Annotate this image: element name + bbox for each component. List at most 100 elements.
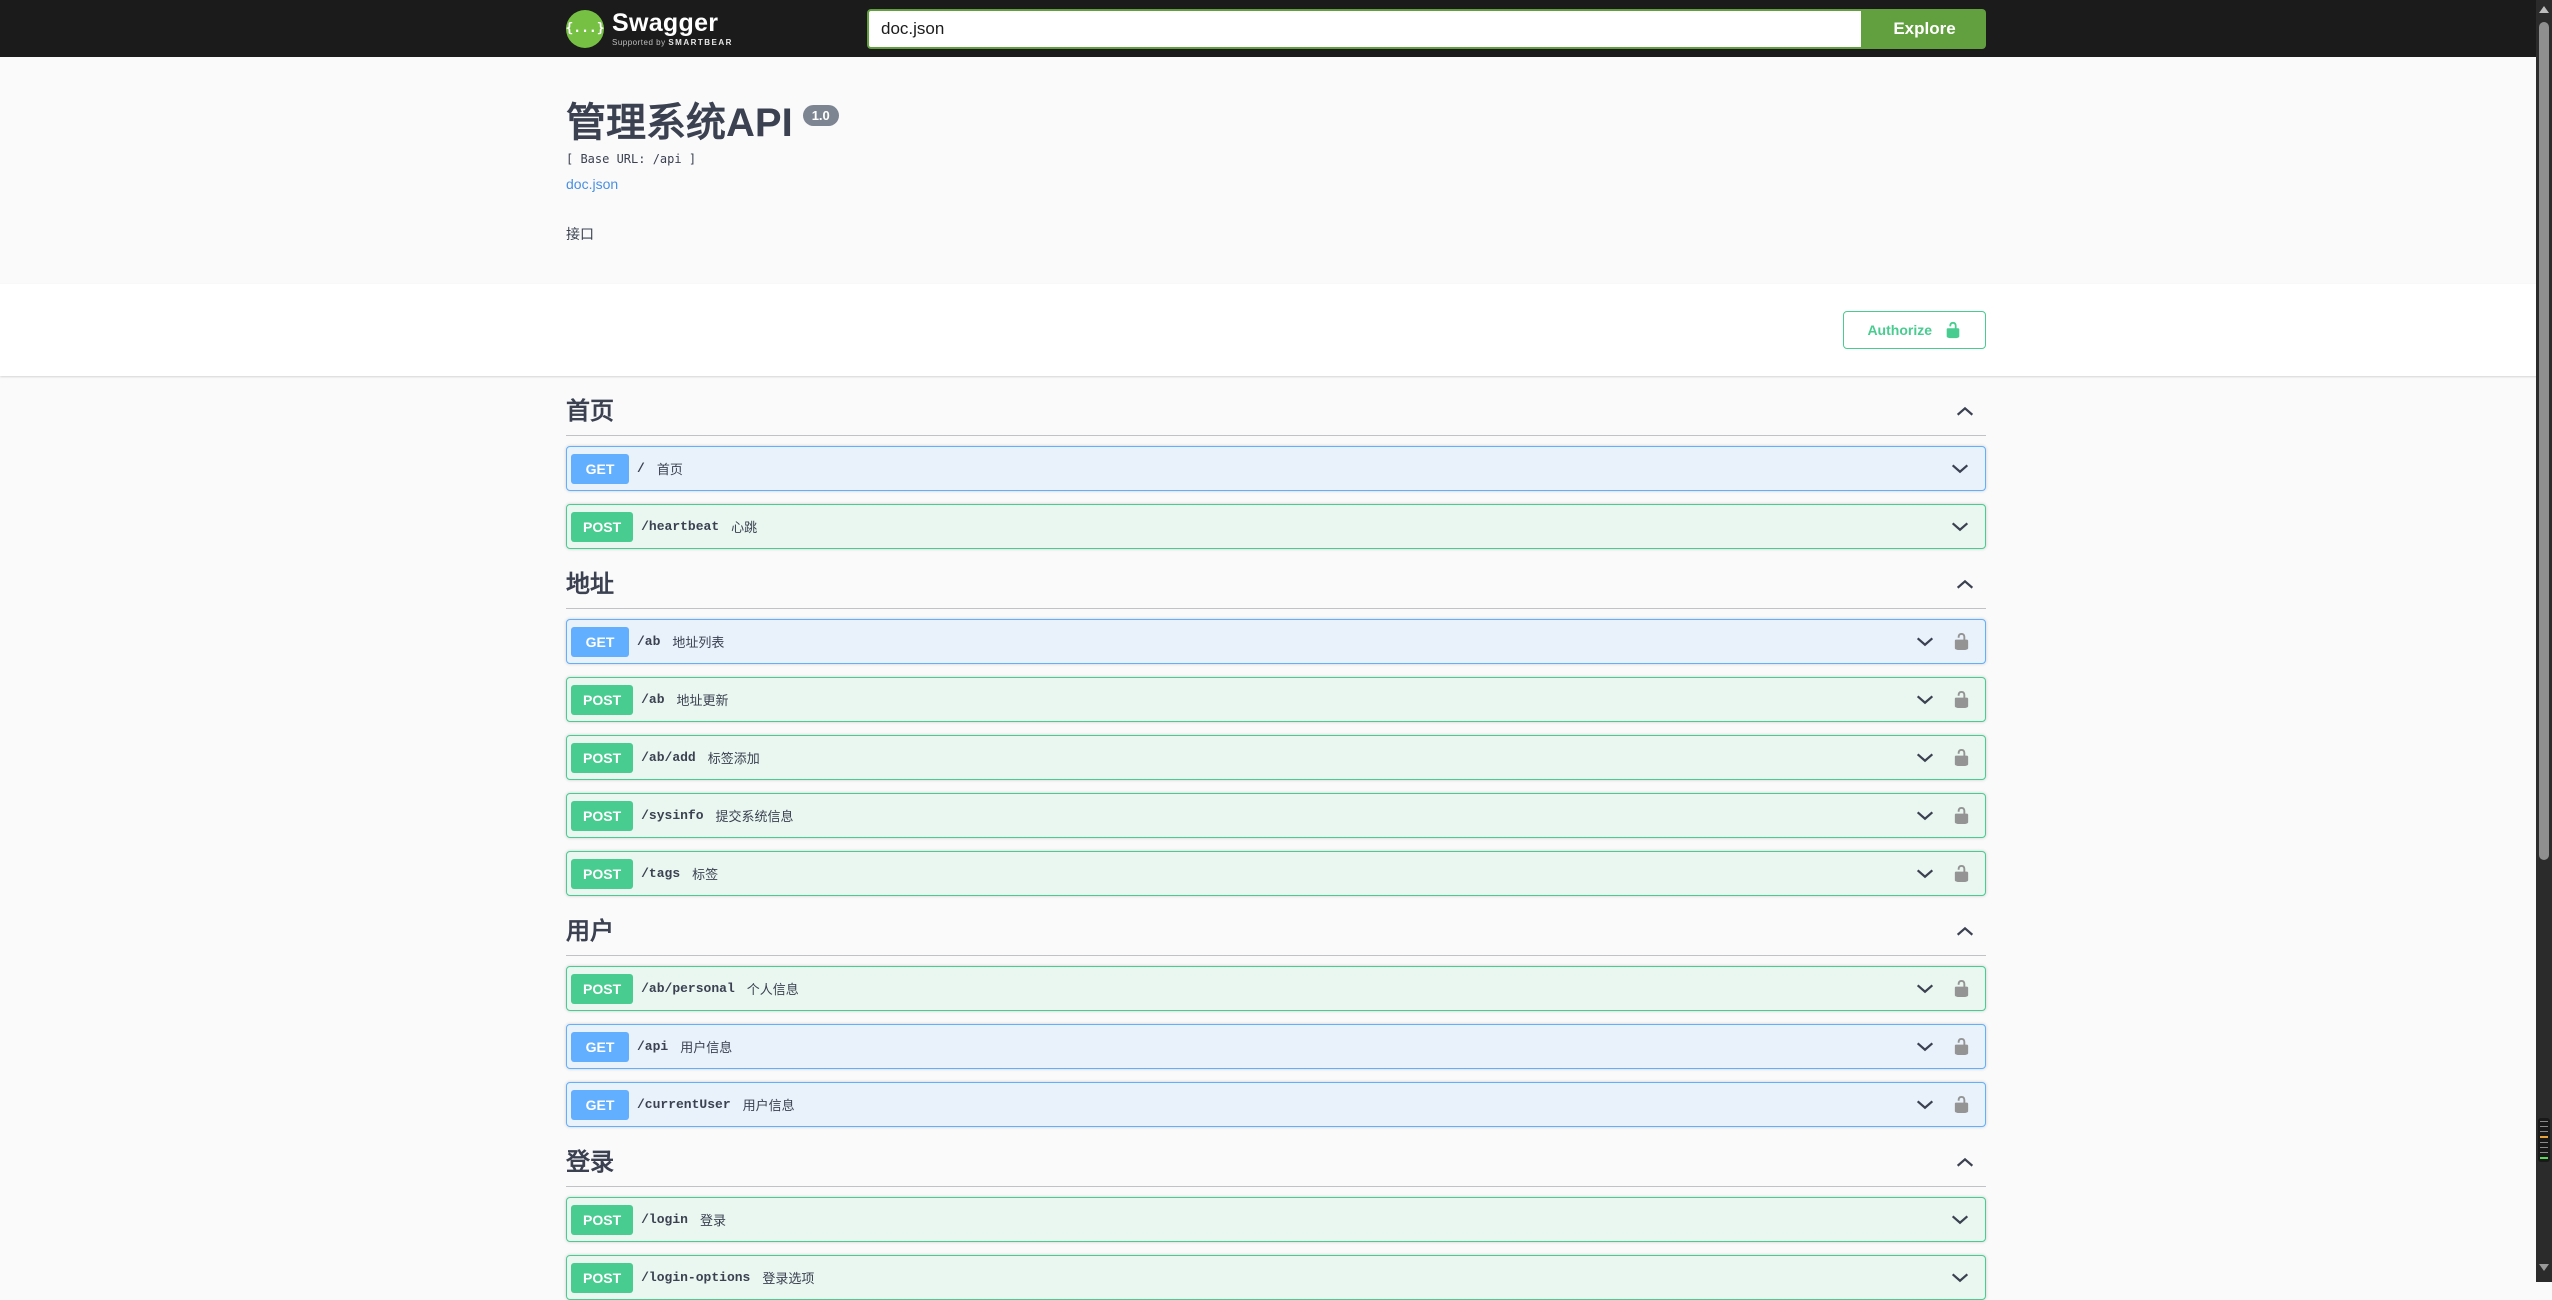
section-collapse-button[interactable]: [1944, 574, 1986, 596]
api-description: 接口: [566, 226, 594, 242]
chevron-down-icon[interactable]: [1914, 805, 1936, 827]
section-collapse-button[interactable]: [1944, 1152, 1986, 1174]
method-badge: POST: [571, 858, 634, 889]
scrollbar[interactable]: [2536, 0, 2552, 1282]
scrollbar-thumb[interactable]: [2539, 22, 2549, 860]
operation-path: /sysinfo: [641, 808, 704, 823]
unlock-icon[interactable]: [1952, 806, 1971, 825]
operation-row[interactable]: GET /currentUser 用户信息: [566, 1082, 1986, 1127]
chevron-up-icon: [1956, 1157, 1974, 1167]
scroll-down-arrow-icon[interactable]: [2539, 1264, 2549, 1271]
operation-summary: 标签添加: [707, 751, 760, 766]
scroll-minimap: [2538, 1118, 2550, 1162]
operation-path: /tags: [641, 866, 681, 881]
scheme-container: Authorize: [0, 284, 2552, 376]
api-tag-section: 用户 POST /ab/personal 个人信息 GET /api 用户信息: [566, 918, 1986, 1127]
base-url: [ Base URL: /api ]: [566, 152, 697, 166]
chevron-down-icon[interactable]: [1914, 1036, 1936, 1058]
method-badge: POST: [571, 1204, 634, 1235]
chevron-up-icon: [1956, 926, 1974, 936]
section-title: 地址: [566, 571, 614, 598]
operations-list: 首页 GET / 首页 POST /heartbeat 心跳 地址 GET /a…: [546, 398, 2006, 1300]
api-tag-section: 地址 GET /ab 地址列表 POST /ab 地址更新 POST /ab/a…: [566, 571, 1986, 896]
chevron-down-icon[interactable]: [1914, 978, 1936, 1000]
operation-summary: 个人信息: [746, 982, 799, 997]
unlock-icon[interactable]: [1952, 979, 1971, 998]
chevron-down-icon[interactable]: [1914, 689, 1936, 711]
unlock-icon[interactable]: [1952, 864, 1971, 883]
operation-row[interactable]: GET /api 用户信息: [566, 1024, 1986, 1069]
operation-summary: 标签: [692, 867, 719, 882]
operation-summary: 地址更新: [676, 693, 729, 708]
operation-row[interactable]: POST /login 登录: [566, 1197, 1986, 1242]
operation-row[interactable]: POST /ab/add 标签添加: [566, 735, 1986, 780]
section-title: 首页: [566, 398, 614, 425]
chevron-up-icon: [1956, 406, 1974, 416]
operation-path: /login: [641, 1212, 688, 1227]
info-section: 管理系统API 1.0 [ Base URL: /api ] doc.json …: [0, 57, 2552, 284]
chevron-down-icon[interactable]: [1949, 1267, 1971, 1289]
scroll-up-arrow-icon[interactable]: [2539, 6, 2549, 13]
unlock-icon[interactable]: [1952, 1037, 1971, 1056]
swagger-logo-icon: {...}: [565, 9, 605, 48]
api-title: 管理系统API: [566, 101, 793, 145]
operation-summary: 提交系统信息: [715, 809, 794, 824]
chevron-down-icon[interactable]: [1914, 1094, 1936, 1116]
operation-row[interactable]: POST /tags 标签: [566, 851, 1986, 896]
api-tag-section: 登录 POST /login 登录 POST /login-options 登录…: [566, 1149, 1986, 1300]
section-collapse-button[interactable]: [1944, 401, 1986, 423]
spec-url-input[interactable]: [867, 8, 1863, 49]
operation-row[interactable]: POST /heartbeat 心跳: [566, 504, 1986, 549]
method-badge: POST: [571, 1262, 634, 1293]
method-badge: POST: [571, 684, 634, 715]
unlock-icon[interactable]: [1952, 632, 1971, 651]
swagger-logo[interactable]: {...} Swagger Supported by SMARTBEAR: [565, 8, 733, 48]
logo-title: Swagger: [612, 8, 719, 37]
operation-summary: 登录选项: [762, 1271, 815, 1286]
operation-path: /login-options: [641, 1270, 751, 1285]
chevron-down-icon[interactable]: [1949, 458, 1971, 480]
logo-tagline: Supported by SMARTBEAR: [612, 37, 733, 47]
chevron-down-icon[interactable]: [1914, 631, 1936, 653]
operation-path: /ab/add: [641, 750, 696, 765]
section-header[interactable]: 登录: [566, 1149, 1986, 1187]
operation-summary: 首页: [656, 462, 683, 477]
chevron-down-icon[interactable]: [1914, 747, 1936, 769]
operation-path: /currentUser: [637, 1097, 731, 1112]
operation-summary: 登录: [699, 1213, 726, 1228]
operation-summary: 地址列表: [672, 635, 725, 650]
operation-row[interactable]: GET / 首页: [566, 446, 1986, 491]
section-collapse-button[interactable]: [1944, 921, 1986, 943]
operation-path: /: [637, 461, 645, 476]
operation-row[interactable]: POST /sysinfo 提交系统信息: [566, 793, 1986, 838]
section-header[interactable]: 用户: [566, 918, 1986, 956]
operation-path: /ab: [641, 692, 665, 707]
operation-row[interactable]: POST /login-options 登录选项: [566, 1255, 1986, 1300]
operation-path: /heartbeat: [641, 519, 720, 534]
method-badge: POST: [571, 742, 634, 773]
operation-summary: 用户信息: [742, 1098, 795, 1113]
topbar: {...} Swagger Supported by SMARTBEAR Exp…: [0, 0, 2552, 57]
operation-row[interactable]: POST /ab/personal 个人信息: [566, 966, 1986, 1011]
section-header[interactable]: 地址: [566, 571, 1986, 609]
operation-row[interactable]: POST /ab 地址更新: [566, 677, 1986, 722]
spec-doc-link[interactable]: doc.json: [566, 176, 618, 192]
unlock-icon[interactable]: [1952, 748, 1971, 767]
authorize-button[interactable]: Authorize: [1843, 311, 1986, 349]
logo-tagline-prefix: Supported by: [612, 37, 666, 47]
chevron-down-icon[interactable]: [1914, 863, 1936, 885]
chevron-down-icon[interactable]: [1949, 516, 1971, 538]
method-badge: GET: [571, 1089, 629, 1120]
method-badge: POST: [571, 973, 634, 1004]
operation-row[interactable]: GET /ab 地址列表: [566, 619, 1986, 664]
operation-summary: 心跳: [731, 520, 758, 535]
operation-summary: 用户信息: [680, 1040, 733, 1055]
unlock-icon[interactable]: [1952, 690, 1971, 709]
logo-tagline-brand: SMARTBEAR: [668, 37, 733, 47]
explore-button[interactable]: Explore: [1863, 8, 1986, 49]
version-badge: 1.0: [802, 105, 839, 126]
method-badge: GET: [571, 1031, 629, 1062]
chevron-down-icon[interactable]: [1949, 1209, 1971, 1231]
unlock-icon[interactable]: [1952, 1095, 1971, 1114]
section-header[interactable]: 首页: [566, 398, 1986, 436]
